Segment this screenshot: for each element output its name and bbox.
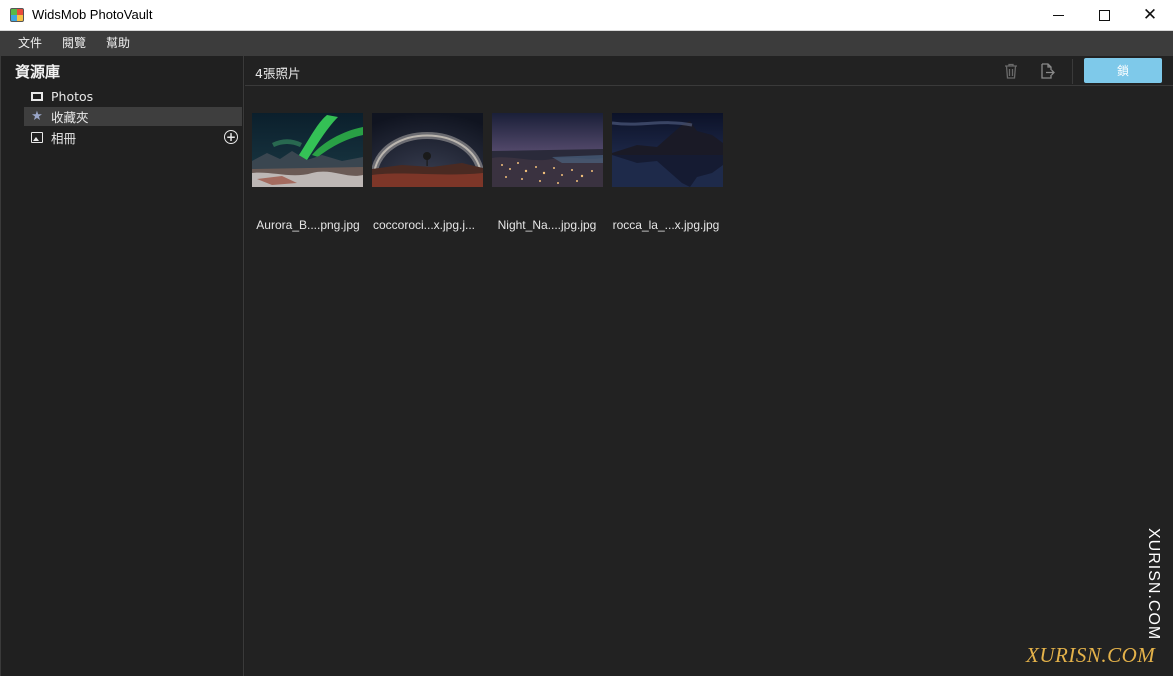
export-icon[interactable]: [1039, 62, 1055, 79]
minimize-button[interactable]: [1035, 0, 1081, 31]
photo-name: rocca_la_...x.jpg.jpg: [612, 218, 720, 232]
photo-name: Aurora_B....png.jpg: [256, 218, 360, 232]
window-title: WidsMob PhotoVault: [32, 7, 153, 22]
watermark-vertical: XURISN.COM: [1145, 528, 1162, 641]
maximize-icon: [1098, 10, 1110, 21]
trash-icon[interactable]: [1003, 62, 1019, 79]
photo-thumbnail[interactable]: [372, 113, 483, 187]
photo-count: 4張照片: [255, 66, 301, 81]
title-bar: WidsMob PhotoVault ✕: [0, 0, 1173, 31]
photo-name: Night_Na....jpg.jpg: [497, 218, 597, 232]
lock-button[interactable]: 鎖: [1084, 58, 1162, 83]
photo-thumbnail[interactable]: [612, 113, 723, 187]
sidebar-item-favorites[interactable]: ★ 收藏夾: [24, 107, 242, 126]
toolbar: 4張照片 鎖: [245, 56, 1173, 86]
close-icon: ✕: [1142, 5, 1158, 25]
watermark-logo: XURISN.COM: [1026, 643, 1156, 667]
photo-thumbnail[interactable]: [252, 113, 363, 187]
photos-icon: [30, 91, 44, 103]
main-panel: 4張照片 鎖 Aurora_B....png.jpg coccoroci...x…: [245, 56, 1173, 676]
menu-bar: 文件 閱覽 幫助: [0, 31, 1173, 56]
sidebar-item-albums[interactable]: 相冊 +: [24, 128, 242, 147]
photo-thumbnail[interactable]: [492, 113, 603, 187]
toolbar-divider: [1072, 59, 1073, 84]
menu-view[interactable]: 閱覽: [52, 31, 96, 56]
star-icon: ★: [31, 109, 43, 124]
app-logo-icon: [10, 8, 24, 22]
sidebar-item-photos[interactable]: Photos: [24, 87, 242, 106]
menu-file[interactable]: 文件: [8, 31, 52, 56]
album-icon: [30, 132, 44, 144]
sidebar-item-label: 收藏夾: [51, 110, 89, 125]
minimize-icon: [1052, 15, 1064, 16]
sidebar-item-label: 相冊: [51, 131, 77, 146]
maximize-button[interactable]: [1081, 0, 1127, 31]
close-button[interactable]: ✕: [1127, 0, 1173, 31]
sidebar-item-label: Photos: [51, 89, 94, 104]
sidebar: 資源庫 Photos ★ 收藏夾 相冊 +: [0, 56, 244, 676]
menu-help[interactable]: 幫助: [96, 31, 140, 56]
library-title: 資源庫: [15, 63, 61, 81]
add-album-icon[interactable]: +: [224, 130, 238, 144]
photo-name: coccoroci...x.jpg.j...: [372, 218, 476, 232]
